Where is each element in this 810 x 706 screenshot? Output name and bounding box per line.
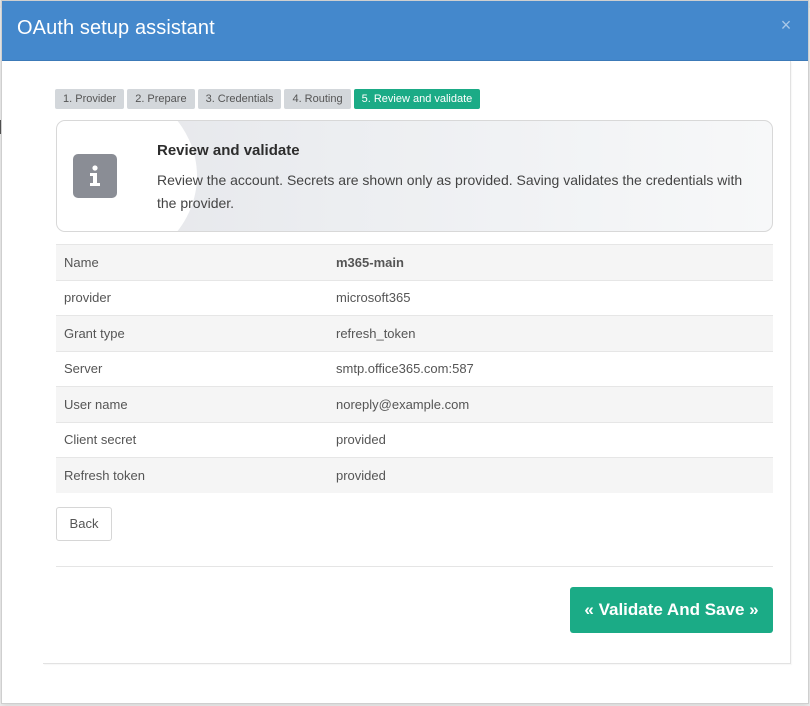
step-review-and-validate[interactable]: 5. Review and validate [353, 89, 481, 109]
row-value: microsoft365 [328, 279, 773, 316]
table-row: Client secret provided [56, 421, 773, 458]
row-value: smtp.office365.com:587 [328, 350, 773, 387]
info-title: Review and validate [157, 142, 300, 159]
row-value: refresh_token [328, 315, 773, 351]
table-row: User name noreply@example.com [56, 386, 773, 422]
row-label: Client secret [56, 421, 328, 458]
row-value: provided [328, 421, 773, 458]
table-row: Name m365-main [56, 244, 773, 280]
table-row: Grant type refresh_token [56, 315, 773, 351]
table-row: Refresh token provided [56, 457, 773, 493]
step-prepare[interactable]: 2. Prepare [127, 89, 195, 109]
wizard-steps: 1. Provider 2. Prepare 3. Credentials 4.… [55, 89, 481, 109]
row-label: Server [56, 350, 328, 387]
close-icon[interactable]: × [778, 15, 794, 35]
modal-header: OAuth setup assistant × [2, 1, 808, 61]
step-provider[interactable]: 1. Provider [55, 89, 125, 109]
row-label: User name [56, 386, 328, 422]
row-label: provider [56, 279, 328, 316]
step-routing[interactable]: 4. Routing [284, 89, 351, 109]
row-label: Grant type [56, 315, 328, 351]
back-button[interactable]: Back [56, 507, 112, 541]
step-credentials[interactable]: 3. Credentials [197, 89, 282, 109]
divider [56, 566, 773, 567]
info-text: Review the account. Secrets are shown on… [157, 172, 743, 211]
info-callout: Review and validate Review the account. … [56, 120, 773, 232]
info-icon [73, 154, 117, 198]
row-label: Name [56, 244, 328, 280]
row-value: provided [328, 457, 773, 493]
row-label: Refresh token [56, 457, 328, 493]
table-row: Server smtp.office365.com:587 [56, 350, 773, 387]
modal-title: OAuth setup assistant [17, 17, 215, 39]
validate-and-save-button[interactable]: « Validate And Save » [570, 587, 773, 633]
row-value: m365-main [328, 244, 773, 280]
review-table: Name m365-main provider microsoft365 Gra… [56, 244, 773, 493]
row-value: noreply@example.com [328, 386, 773, 422]
table-row: provider microsoft365 [56, 279, 773, 316]
